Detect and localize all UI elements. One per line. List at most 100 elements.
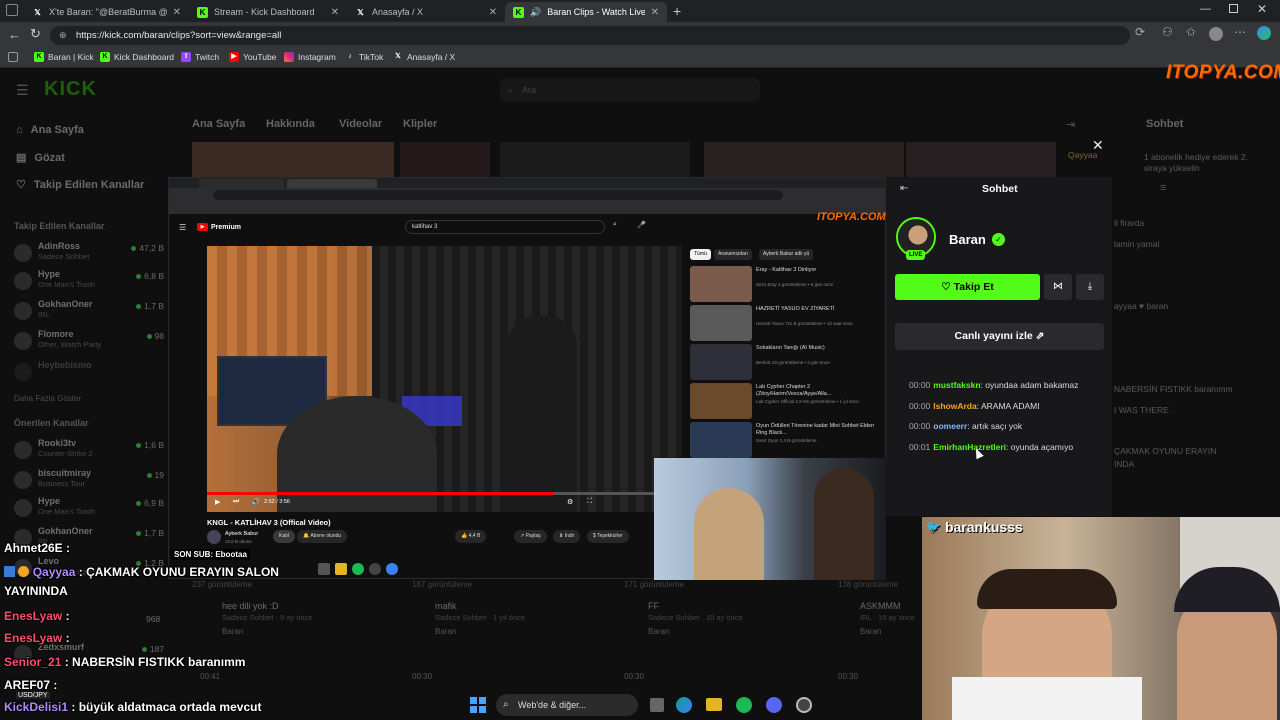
close-window-icon[interactable]: ✕ [1257,2,1267,16]
overlay-chat-line: EnesLyaw : [4,609,70,623]
external-link-icon: ⇗ [1035,330,1045,342]
kick-logo-icon: K [513,6,524,18]
tab-about[interactable]: Hakkında [266,118,315,130]
tab-videos[interactable]: Videolar [339,118,382,130]
bookmark-x[interactable]: 𝕏 Anasayfa / X [393,52,455,62]
close-icon[interactable]: ✕ [173,7,181,18]
twitch-logo-icon: t [181,52,191,62]
obs-icon[interactable] [796,697,812,713]
channel-item[interactable]: Hype One Man's Trash 6,9 B [14,496,164,520]
verified-icon: ✓ [992,233,1005,246]
nav-home[interactable]: ⌂ Ana Sayfa [16,124,84,136]
modal-close-icon[interactable]: ✕ [1092,137,1104,154]
app-icon [369,563,381,575]
avatar[interactable] [1209,27,1223,41]
viewer-count: 968 [146,614,161,624]
bookmark-baran-kick[interactable]: K Baran | Kick [34,52,94,62]
tab-actions-icon[interactable] [6,4,18,16]
download-button[interactable]: ⤓ [1076,274,1104,300]
close-icon[interactable]: ✕ [651,7,659,18]
show-more-link[interactable]: Daha Fazla Göster [14,394,81,403]
collapse-chat-icon[interactable]: ⇥ [1066,118,1075,131]
channel-item[interactable]: GokhanOner IRL 1,7 B [14,299,164,323]
back-icon[interactable]: ← [8,27,21,42]
kick-logo[interactable]: KICK [44,78,97,101]
tab-home[interactable]: Ana Sayfa [192,118,245,130]
browser-tab[interactable]: K Stream - Kick Dashboard ✕ [189,2,347,22]
channel-item[interactable]: Flomore Other, Watch Party 98 [14,329,164,353]
clip-duration: 00:41 [200,672,221,681]
favorites-icon[interactable]: ✩ [1186,25,1196,39]
url-field[interactable]: ⊕ https://kick.com/baran/clips?sort=view… [50,26,1130,45]
share-icon: ⋈ [1053,281,1063,292]
like-button: 👍 4,4 B [455,530,487,543]
menu-icon[interactable]: ☰ [16,82,29,99]
spotify-icon[interactable] [736,697,752,713]
clip-thumbnail[interactable] [500,142,690,178]
share-button[interactable]: ⋈ [1044,274,1072,300]
follow-button[interactable]: ♡ Takip Et [895,274,1040,300]
bookmark-tiktok[interactable]: ♪ TikTok [345,52,383,62]
following-header: Takip Edilen Kanallar [14,221,105,231]
kick-logo-icon: K [197,6,208,18]
browser-tab[interactable]: 𝕏 Anasayfa / X ✕ [347,2,505,22]
copilot-icon[interactable] [1257,26,1271,40]
bookmark-youtube[interactable]: ▶ YouTube [229,52,276,62]
nav-following[interactable]: ♡ Takip Edilen Kanallar [16,178,144,192]
bookmarks-toggle-icon[interactable] [8,52,18,62]
overlay-chat-line: KickDelisi1 : büyük aldatmaca ortada mev… [4,700,262,714]
search-input[interactable]: ⌕ Ara [500,78,760,102]
kick-logo-icon: K [34,52,44,62]
clip-card[interactable]: mafik Sadece Sohbet · 1 yıl önce Baran [435,601,605,636]
reload-icon[interactable]: ↻ [30,26,41,42]
channel-item[interactable]: Hype One Man's Trash 6,8 B [14,269,164,293]
chip: Aranamızdan [714,249,752,260]
bg-chat-line: ayyaa ♥ baran [1114,301,1169,311]
clip-card[interactable]: FF Sadece Sohbet · 10 ay önce Baran [648,601,818,636]
clip-thumbnail[interactable] [192,142,394,178]
close-icon[interactable]: ✕ [331,7,339,18]
collapse-chat-icon[interactable]: ⇤ [900,183,908,194]
browser-tab[interactable]: 𝕏 X'te Baran: "@BeratBurma @eray ✕ [24,2,189,22]
overlay-chat-line: Ahmet26E : [4,541,71,555]
fullscreen-icon: ⛶ [587,498,592,505]
site-info-icon[interactable]: ⊕ [59,26,67,45]
channel-item[interactable]: biscuitmiray Business Tour 19 [14,468,164,492]
more-icon[interactable]: ⋯ [1234,25,1246,39]
avatar [14,499,32,517]
minimize-icon[interactable]: — [1200,3,1211,15]
chat-settings-icon[interactable]: ≡ [1160,182,1166,194]
nav-browse[interactable]: ▤ Gözat [16,151,65,165]
windows-taskbar: ⌕ Web'de & diğer... [430,690,830,720]
channel-item[interactable]: Heybebismo [14,360,164,384]
search-icon: ⌕ [508,85,514,95]
maximize-icon[interactable] [1229,4,1238,13]
channel-item[interactable]: Rooki3tv Counter-Strike 2 1,6 B [14,438,164,462]
clip-thumbnail[interactable] [400,142,490,178]
task-view-icon[interactable] [650,698,664,712]
clip-card[interactable]: hee dili yok :D Sadece Sohbet · 9 ay önce… [222,601,392,636]
edge-icon[interactable] [676,697,692,713]
new-tab-icon[interactable]: + [673,3,681,19]
bookmark-twitch[interactable]: t Twitch [181,52,219,62]
extensions-icon[interactable]: ⟳ [1135,25,1145,39]
profile-icon[interactable]: ⚇ [1162,25,1173,39]
bookmark-kick-dashboard[interactable]: K Kick Dashboard [100,52,174,62]
tab-title: Stream - Kick Dashboard [214,7,315,17]
watch-live-button[interactable]: Canlı yayını izle ⇗ [895,323,1104,350]
browser-tab-active[interactable]: K 🔊 Baran Clips - Watch Live on K ✕ [505,2,667,22]
tab-clips[interactable]: Klipler [403,118,437,130]
clip-thumbnail[interactable] [704,142,904,178]
channel-item[interactable]: AdinRoss Sadece Sohbet 47,2 B [14,241,164,265]
avatar [14,244,32,262]
overlay-chat-line: AREF07 : [4,678,58,692]
streamer-name[interactable]: Baran [949,232,986,247]
discord-icon[interactable] [766,697,782,713]
close-icon[interactable]: ✕ [489,7,497,18]
search-input: katlihav 3 [405,220,605,234]
windows-start-icon[interactable] [470,697,486,713]
file-explorer-icon[interactable] [706,698,722,711]
taskbar-search[interactable]: ⌕ Web'de & diğer... [496,694,638,716]
bookmark-instagram[interactable]: Instagram [284,52,336,62]
clip-thumbnail[interactable] [906,142,1056,178]
